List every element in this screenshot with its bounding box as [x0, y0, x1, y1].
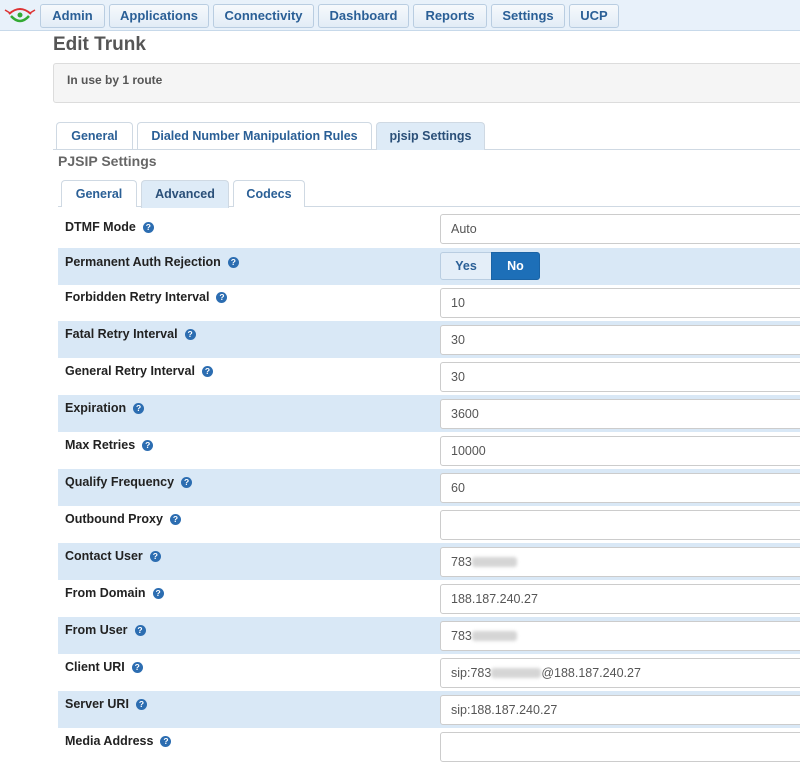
- row-forbidden-retry-interval: Forbidden Retry Interval? 10: [58, 284, 800, 321]
- media-address-input[interactable]: [440, 732, 800, 762]
- label-from-user: From User: [65, 623, 128, 637]
- expiration-input[interactable]: 3600: [440, 399, 800, 429]
- row-server-uri: Server URI? sip:188.187.240.27: [58, 691, 800, 728]
- client-uri-input[interactable]: sip:783 @188.187.240.27: [440, 658, 800, 688]
- help-icon[interactable]: ?: [152, 588, 164, 599]
- row-dtmf-mode: DTMF Mode? Auto: [58, 210, 800, 247]
- subtab-codecs[interactable]: Codecs: [233, 180, 305, 207]
- top-nav: Admin Applications Connectivity Dashboar…: [0, 0, 800, 31]
- row-permanent-auth-rejection: Permanent Auth Rejection? Yes No: [58, 248, 800, 285]
- nav-connectivity[interactable]: Connectivity: [213, 4, 314, 28]
- permanent-auth-rejection-yes[interactable]: Yes: [440, 252, 492, 280]
- label-qualify-frequency: Qualify Frequency: [65, 475, 175, 489]
- nav-settings[interactable]: Settings: [491, 4, 565, 28]
- in-use-panel: In use by 1 route: [53, 63, 800, 103]
- nav-dashboard[interactable]: Dashboard: [318, 4, 409, 28]
- label-fatal-retry-interval: Fatal Retry Interval: [65, 327, 178, 341]
- row-general-retry-interval: General Retry Interval? 30: [58, 358, 800, 395]
- help-icon[interactable]: ?: [134, 625, 146, 636]
- label-from-domain: From Domain: [65, 586, 146, 600]
- server-uri-input[interactable]: sip:188.187.240.27: [440, 695, 800, 725]
- row-outbound-proxy: Outbound Proxy?: [58, 506, 800, 543]
- help-icon[interactable]: ?: [135, 699, 147, 710]
- from-user-input[interactable]: 783: [440, 621, 800, 651]
- help-icon[interactable]: ?: [149, 551, 161, 562]
- label-permanent-auth-rejection: Permanent Auth Rejection: [65, 255, 221, 269]
- subtab-general[interactable]: General: [61, 180, 137, 207]
- label-expiration: Expiration: [65, 401, 127, 415]
- help-icon[interactable]: ?: [181, 477, 193, 488]
- redacted-text: [471, 557, 517, 567]
- label-max-retries: Max Retries: [65, 438, 136, 452]
- max-retries-input[interactable]: 10000: [440, 436, 800, 466]
- help-icon[interactable]: ?: [227, 257, 239, 268]
- qualify-frequency-input[interactable]: 60: [440, 473, 800, 503]
- help-icon[interactable]: ?: [201, 366, 213, 377]
- help-icon[interactable]: ?: [131, 662, 143, 673]
- section-title: PJSIP Settings: [58, 153, 157, 169]
- client-uri-prefix: sip:783: [451, 666, 492, 680]
- outbound-proxy-input[interactable]: [440, 510, 800, 540]
- label-contact-user: Contact User: [65, 549, 143, 563]
- row-from-domain: From Domain? 188.187.240.27: [58, 580, 800, 617]
- redacted-text: [471, 631, 517, 641]
- nav-reports[interactable]: Reports: [413, 4, 487, 28]
- client-uri-suffix: @188.187.240.27: [541, 666, 641, 680]
- freepbx-logo-icon[interactable]: [3, 4, 37, 26]
- label-outbound-proxy: Outbound Proxy: [65, 512, 163, 526]
- from-user-value: 783: [451, 629, 472, 643]
- row-expiration: Expiration? 3600: [58, 395, 800, 432]
- label-client-uri: Client URI: [65, 660, 125, 674]
- nav-applications[interactable]: Applications: [109, 4, 209, 28]
- help-icon[interactable]: ?: [133, 403, 145, 414]
- page-title: Edit Trunk: [53, 34, 146, 55]
- row-from-user: From User? 783: [58, 617, 800, 654]
- permanent-auth-rejection-no[interactable]: No: [491, 252, 540, 280]
- row-client-uri: Client URI? sip:783 @188.187.240.27: [58, 654, 800, 691]
- row-contact-user: Contact User? 783: [58, 543, 800, 580]
- row-qualify-frequency: Qualify Frequency? 60: [58, 469, 800, 506]
- forbidden-retry-interval-input[interactable]: 10: [440, 288, 800, 318]
- row-max-retries: Max Retries? 10000: [58, 432, 800, 469]
- redacted-text: [491, 668, 542, 678]
- help-icon[interactable]: ?: [184, 329, 196, 340]
- label-forbidden-retry-interval: Forbidden Retry Interval: [65, 290, 210, 304]
- row-fatal-retry-interval: Fatal Retry Interval? 30: [58, 321, 800, 358]
- from-domain-input[interactable]: 188.187.240.27: [440, 584, 800, 614]
- contact-user-input[interactable]: 783: [440, 547, 800, 577]
- fatal-retry-interval-input[interactable]: 30: [440, 325, 800, 355]
- nav-admin[interactable]: Admin: [40, 4, 105, 28]
- help-icon[interactable]: ?: [216, 292, 228, 303]
- subtab-advanced[interactable]: Advanced: [141, 180, 229, 208]
- help-icon[interactable]: ?: [142, 440, 154, 451]
- dtmf-mode-select[interactable]: Auto: [440, 214, 800, 244]
- contact-user-value: 783: [451, 555, 472, 569]
- tab-pjsip-settings[interactable]: pjsip Settings: [376, 122, 485, 150]
- general-retry-interval-input[interactable]: 30: [440, 362, 800, 392]
- tab-general[interactable]: General: [56, 122, 133, 149]
- row-media-address: Media Address?: [58, 728, 800, 765]
- nav-ucp[interactable]: UCP: [569, 4, 619, 28]
- label-dtmf-mode: DTMF Mode: [65, 220, 136, 234]
- in-use-text: In use by 1 route: [67, 73, 163, 87]
- help-icon[interactable]: ?: [169, 514, 181, 525]
- label-general-retry-interval: General Retry Interval: [65, 364, 195, 378]
- label-server-uri: Server URI: [65, 697, 129, 711]
- tab-dialed-number-manipulation-rules[interactable]: Dialed Number Manipulation Rules: [137, 122, 372, 149]
- help-icon[interactable]: ?: [160, 736, 172, 747]
- help-icon[interactable]: ?: [142, 222, 154, 233]
